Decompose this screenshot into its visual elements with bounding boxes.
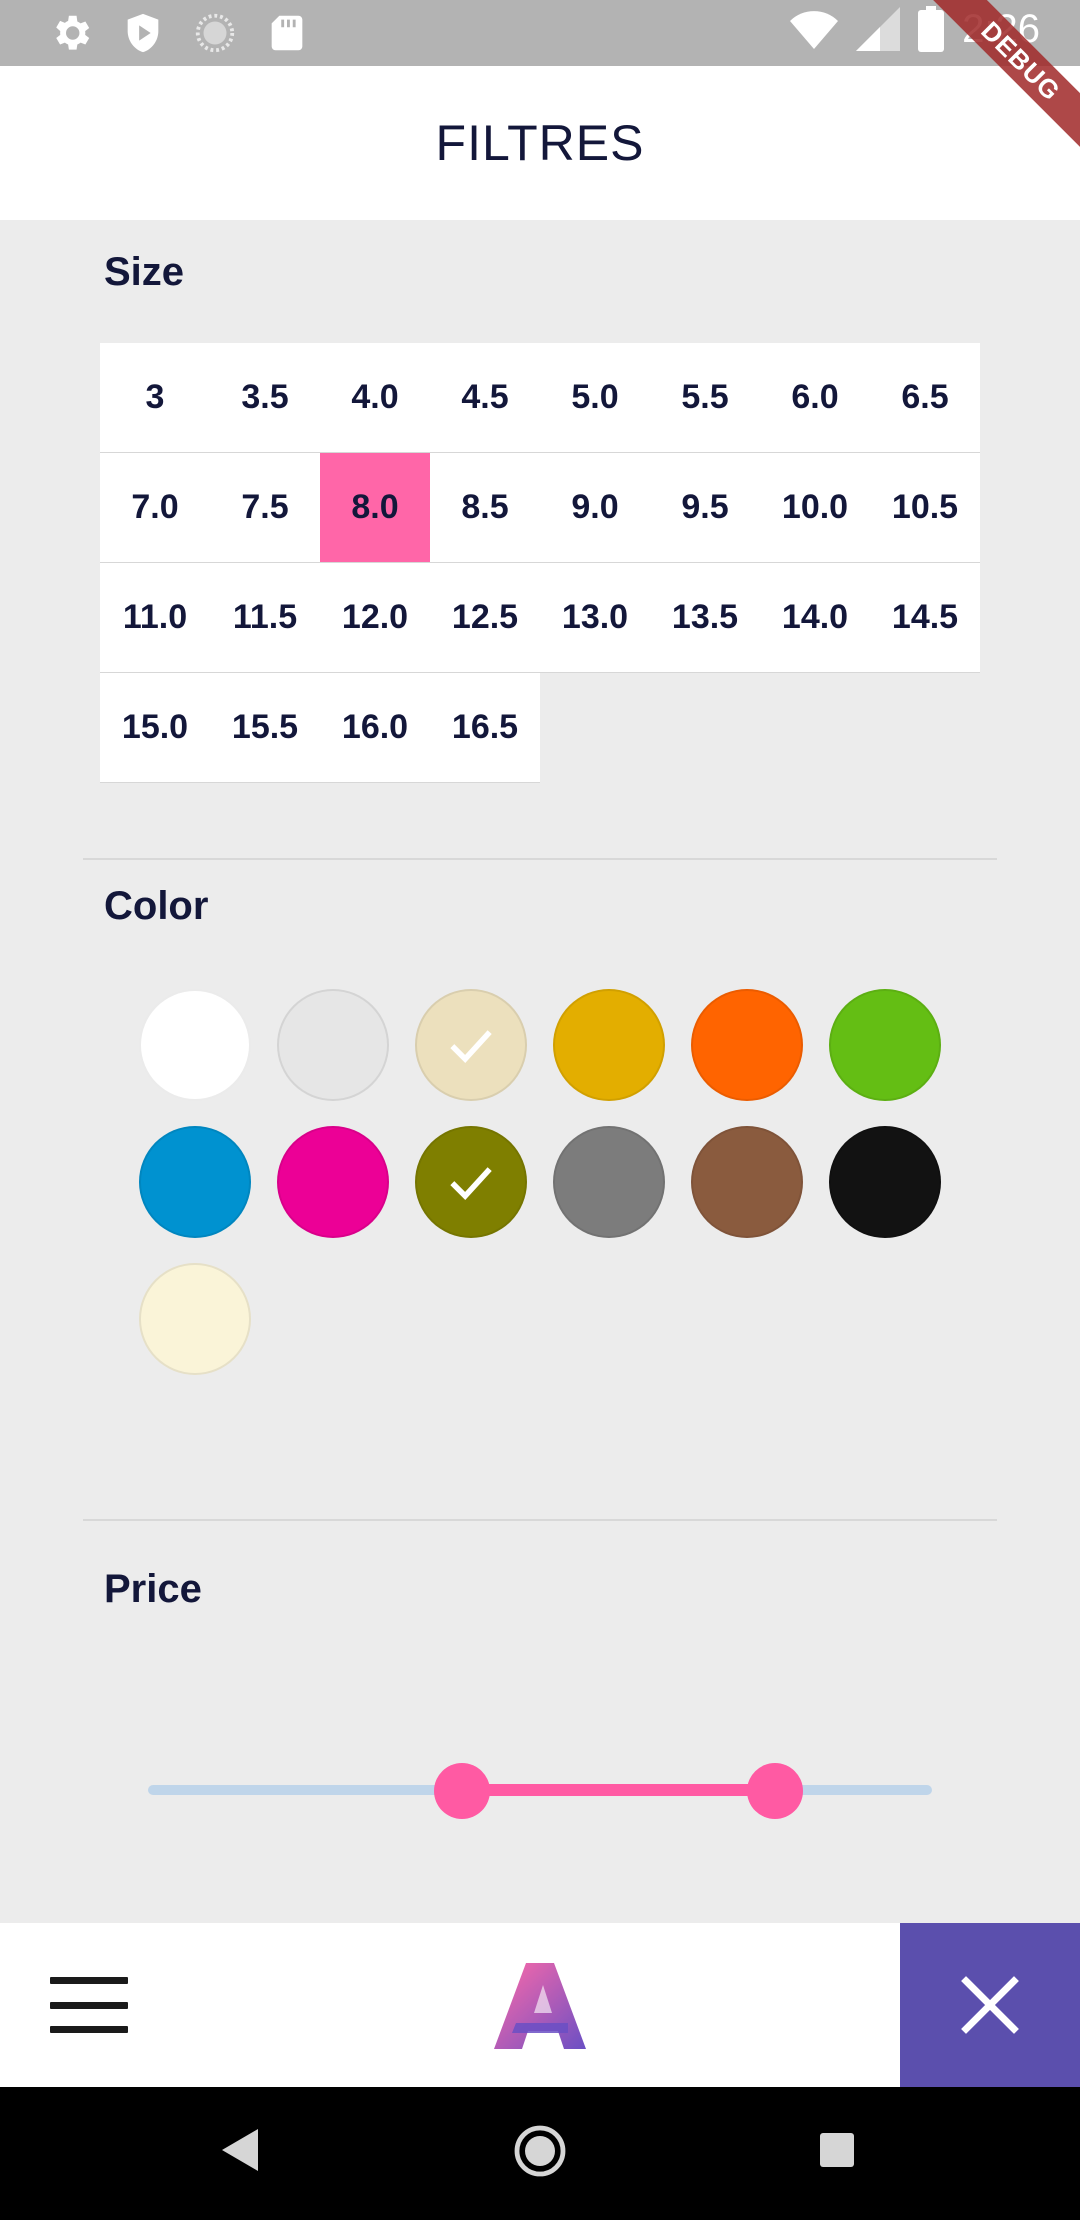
color-swatch-magenta[interactable] bbox=[277, 1126, 389, 1238]
loading-circle-icon bbox=[195, 13, 235, 53]
color-swatch-grid bbox=[139, 989, 969, 1375]
color-swatch-green[interactable] bbox=[829, 989, 941, 1101]
size-row: 3 3.5 4.0 4.5 5.0 5.5 6.0 6.5 bbox=[100, 343, 980, 453]
status-time: 2:26 bbox=[962, 6, 1040, 51]
shield-play-icon bbox=[127, 13, 159, 53]
size-option[interactable]: 4.0 bbox=[320, 343, 430, 453]
back-triangle-icon[interactable] bbox=[222, 2129, 258, 2171]
size-option[interactable]: 13.5 bbox=[650, 563, 760, 673]
size-option[interactable]: 7.0 bbox=[100, 453, 210, 563]
divider bbox=[83, 858, 997, 860]
size-option[interactable]: 10.5 bbox=[870, 453, 980, 563]
color-swatch-black[interactable] bbox=[829, 1126, 941, 1238]
size-option[interactable]: 3.5 bbox=[210, 343, 320, 453]
status-icons-left bbox=[48, 10, 310, 56]
color-swatch-beige[interactable] bbox=[415, 989, 527, 1101]
size-option[interactable]: 10.0 bbox=[760, 453, 870, 563]
size-section-title: Size bbox=[104, 250, 185, 294]
color-swatch-brown[interactable] bbox=[691, 1126, 803, 1238]
close-button[interactable] bbox=[900, 1923, 1080, 2087]
price-section-title: Price bbox=[104, 1567, 202, 1611]
divider bbox=[83, 1519, 997, 1521]
color-swatch-olive[interactable] bbox=[415, 1126, 527, 1238]
battery-icon bbox=[918, 6, 945, 52]
size-option[interactable]: 11.5 bbox=[210, 563, 320, 673]
size-option[interactable]: 5.5 bbox=[650, 343, 760, 453]
size-option[interactable]: 9.0 bbox=[540, 453, 650, 563]
cell-signal-icon bbox=[856, 7, 901, 51]
size-grid: 3 3.5 4.0 4.5 5.0 5.5 6.0 6.5 7.0 7.5 8.0 8.5 9.0 9.5… bbox=[100, 343, 980, 783]
hamburger-menu-icon[interactable] bbox=[50, 1977, 128, 2033]
size-option[interactable]: 9.5 bbox=[650, 453, 760, 563]
system-nav-bar bbox=[0, 2087, 1080, 2220]
size-option[interactable]: 13.0 bbox=[540, 563, 650, 673]
size-row: 7.0 7.5 8.0 8.5 9.0 9.5 10.0 10.5 bbox=[100, 453, 980, 563]
page-title: FILTRES bbox=[435, 115, 645, 171]
size-option[interactable]: 6.5 bbox=[870, 343, 980, 453]
recents-square-icon[interactable] bbox=[820, 2133, 854, 2167]
check-icon bbox=[450, 1030, 492, 1064]
color-section-title: Color bbox=[104, 884, 209, 928]
size-option[interactable]: 14.0 bbox=[760, 563, 870, 673]
color-swatch-orange[interactable] bbox=[691, 989, 803, 1101]
size-option[interactable]: 12.0 bbox=[320, 563, 430, 673]
bottom-app-bar bbox=[0, 1923, 1080, 2087]
size-row: 15.0 15.5 16.0 16.5 bbox=[100, 673, 980, 783]
size-option[interactable]: 16.0 bbox=[320, 673, 430, 783]
size-row: 11.0 11.5 12.0 12.5 13.0 13.5 14.0 14.5 bbox=[100, 563, 980, 673]
size-option[interactable]: 12.5 bbox=[430, 563, 540, 673]
size-option[interactable]: 8.5 bbox=[430, 453, 540, 563]
color-swatch-blue[interactable] bbox=[139, 1126, 251, 1238]
close-icon bbox=[961, 1976, 1019, 2034]
slider-min-thumb[interactable] bbox=[433, 1763, 490, 1819]
status-bar: 2:26 bbox=[0, 0, 1080, 66]
size-option[interactable]: 7.5 bbox=[210, 453, 320, 563]
size-option[interactable]: 8.0 bbox=[320, 453, 430, 563]
color-swatch-light-gray[interactable] bbox=[277, 989, 389, 1101]
size-option[interactable]: 5.0 bbox=[540, 343, 650, 453]
size-option[interactable]: 15.5 bbox=[210, 673, 320, 783]
size-option[interactable]: 3 bbox=[100, 343, 210, 453]
check-icon bbox=[450, 1167, 492, 1201]
color-swatch-white[interactable] bbox=[139, 989, 251, 1101]
color-swatch-mustard[interactable] bbox=[553, 989, 665, 1101]
size-option[interactable]: 15.0 bbox=[100, 673, 210, 783]
color-swatch-gray[interactable] bbox=[553, 1126, 665, 1238]
status-icons-right: 2:26 bbox=[790, 6, 1040, 52]
color-swatch-cream[interactable] bbox=[139, 1263, 251, 1375]
price-range-slider[interactable] bbox=[148, 1760, 932, 1820]
size-option[interactable]: 6.0 bbox=[760, 343, 870, 453]
app-logo[interactable] bbox=[490, 1961, 590, 2051]
home-circle-icon[interactable] bbox=[514, 2125, 566, 2177]
gear-icon bbox=[56, 15, 90, 50]
size-option[interactable]: 4.5 bbox=[430, 343, 540, 453]
sd-card-icon bbox=[271, 15, 303, 51]
slider-active-range bbox=[461, 1784, 776, 1796]
size-option[interactable]: 16.5 bbox=[430, 673, 540, 783]
wifi-icon bbox=[790, 11, 839, 49]
slider-max-thumb[interactable] bbox=[747, 1763, 804, 1819]
app-bar: FILTRES bbox=[0, 66, 1080, 220]
size-option[interactable]: 14.5 bbox=[870, 563, 980, 673]
size-option[interactable]: 11.0 bbox=[100, 563, 210, 673]
